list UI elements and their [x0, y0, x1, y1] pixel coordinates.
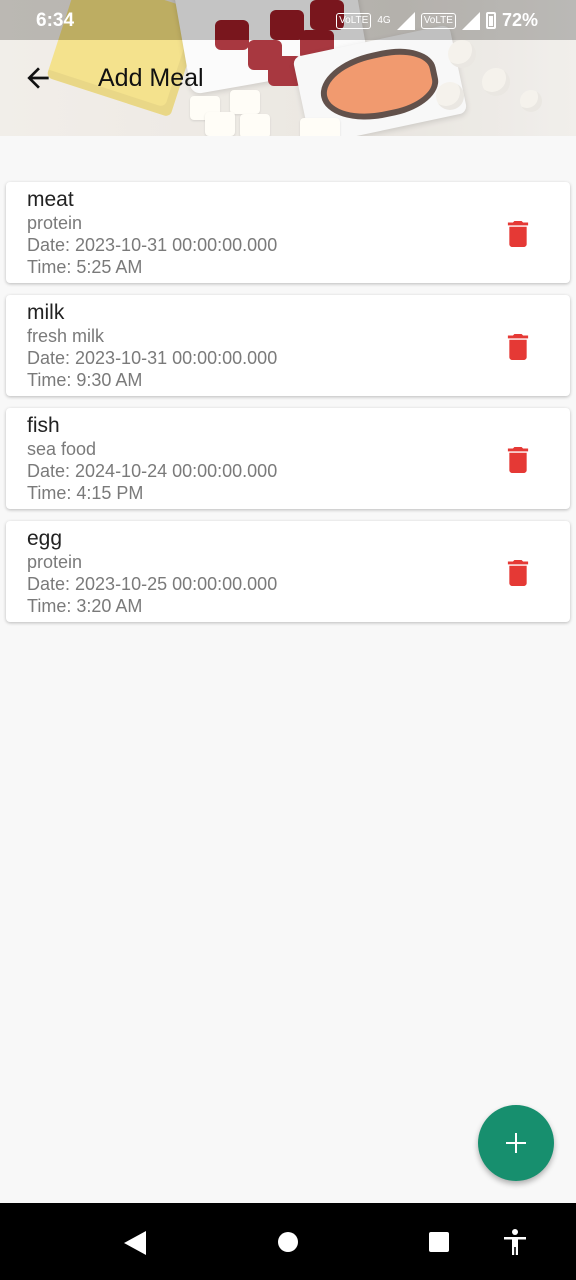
delete-button[interactable] — [506, 221, 530, 247]
delete-button[interactable] — [506, 334, 530, 360]
meal-card[interactable]: fish sea food Date: 2024-10-24 00:00:00.… — [6, 408, 570, 509]
status-bar: 6:34 VoLTE 4G VoLTE 72% — [0, 0, 576, 40]
delete-button[interactable] — [506, 447, 530, 473]
status-time: 6:34 — [36, 10, 75, 31]
trash-icon — [507, 334, 529, 360]
status-icons: VoLTE 4G VoLTE 72% — [336, 10, 538, 31]
add-meal-button[interactable] — [478, 1105, 554, 1181]
meal-description: fresh milk — [27, 326, 105, 346]
meal-time: Time: 5:25 AM — [27, 257, 143, 277]
trash-icon — [507, 447, 529, 473]
meal-name: egg — [27, 527, 63, 550]
nav-home-icon[interactable] — [278, 1232, 298, 1252]
meal-name: milk — [27, 301, 65, 324]
meal-time: Time: 3:20 AM — [27, 596, 143, 616]
trash-icon — [507, 560, 529, 586]
arrow-back-icon — [27, 67, 49, 89]
volte-icon: VoLTE — [336, 12, 372, 29]
meal-list: meat protein Date: 2023-10-31 00:00:00.0… — [6, 182, 570, 634]
battery-icon — [485, 12, 496, 29]
signal-icon — [396, 11, 415, 30]
meal-card[interactable]: egg protein Date: 2023-10-25 00:00:00.00… — [6, 521, 570, 622]
signal-icon — [461, 11, 480, 30]
meal-time: Time: 4:15 PM — [27, 483, 144, 503]
meal-card[interactable]: milk fresh milk Date: 2023-10-31 00:00:0… — [6, 295, 570, 396]
nav-back-icon[interactable] — [124, 1231, 146, 1255]
accessibility-icon[interactable] — [503, 1229, 527, 1255]
delete-button[interactable] — [506, 560, 530, 586]
meal-name: meat — [27, 188, 74, 211]
meal-description: protein — [27, 213, 83, 233]
meal-date: Date: 2023-10-31 00:00:00.000 — [27, 348, 278, 368]
network-type: 4G — [377, 15, 391, 26]
meal-date: Date: 2024-10-24 00:00:00.000 — [27, 461, 278, 481]
meal-date: Date: 2023-10-31 00:00:00.000 — [27, 235, 278, 255]
volte-icon: VoLTE — [420, 12, 456, 29]
plus-icon — [506, 1133, 526, 1153]
trash-icon — [507, 221, 529, 247]
meal-description: protein — [27, 552, 83, 572]
meal-description: sea food — [27, 439, 97, 459]
battery-percent: 72% — [501, 10, 538, 30]
back-button[interactable] — [22, 62, 54, 94]
meal-card[interactable]: meat protein Date: 2023-10-31 00:00:00.0… — [6, 182, 570, 283]
meal-date: Date: 2023-10-25 00:00:00.000 — [27, 574, 278, 594]
meal-time: Time: 9:30 AM — [27, 370, 143, 390]
page-title: Add Meal — [98, 64, 204, 92]
meal-name: fish — [27, 414, 60, 437]
nav-recents-icon[interactable] — [429, 1232, 449, 1252]
system-navigation-bar — [0, 1203, 576, 1280]
